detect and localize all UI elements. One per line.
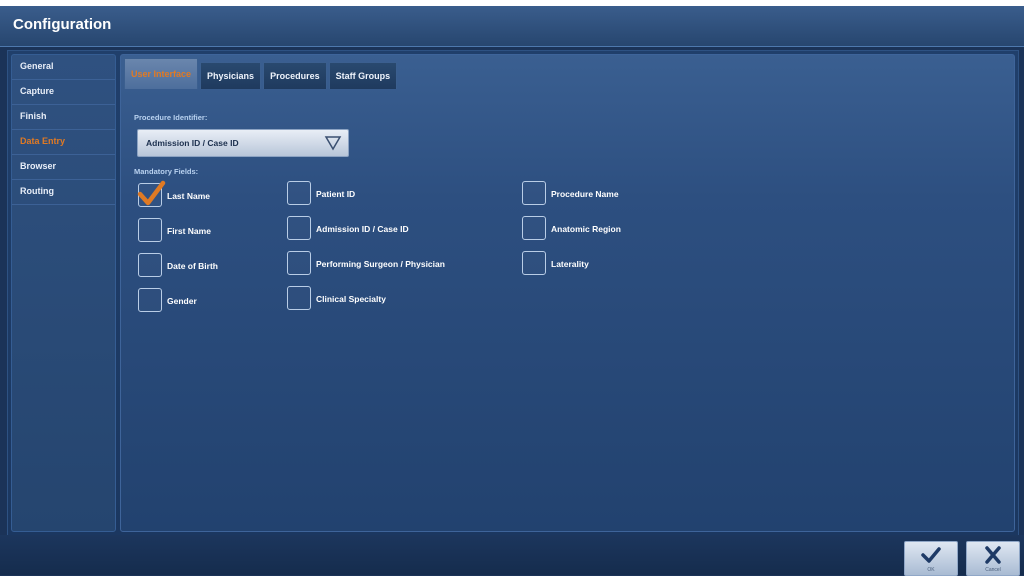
triangle-down-icon <box>324 136 342 151</box>
checkbox-first-name[interactable] <box>138 218 162 242</box>
procedure-identifier-dropdown[interactable]: Admission ID / Case ID <box>137 129 349 157</box>
label-date-of-birth: Date of Birth <box>167 261 218 271</box>
cancel-button-label: Cancel <box>985 567 1001 573</box>
sidebar-item-browser[interactable]: Browser <box>12 155 115 180</box>
procedure-identifier-label: Procedure Identifier: <box>134 113 208 122</box>
label-patient-id: Patient ID <box>316 189 356 199</box>
mandatory-fields-label: Mandatory Fields: <box>134 167 199 176</box>
label-clinical-specialty: Clinical Specialty <box>316 294 386 304</box>
sidebar-item-finish[interactable]: Finish <box>12 105 115 130</box>
checkbox-procedure-name[interactable] <box>522 181 546 205</box>
main-panel: User Interface Physicians Procedures Sta… <box>120 54 1015 532</box>
ok-button-label: OK <box>927 567 935 573</box>
label-last-name: Last Name <box>167 191 210 201</box>
label-performing-surgeon-physician: Performing Surgeon / Physician <box>316 259 445 269</box>
checkbox-performing-surgeon-physician[interactable] <box>287 251 311 275</box>
window-title: Configuration <box>13 16 112 33</box>
tab-staff-groups[interactable]: Staff Groups <box>328 62 398 89</box>
label-procedure-name: Procedure Name <box>551 189 619 199</box>
tab-user-interface[interactable]: User Interface <box>124 58 199 89</box>
bottom-bar <box>0 535 1024 575</box>
checkbox-clinical-specialty[interactable] <box>287 286 311 310</box>
label-gender: Gender <box>167 296 197 306</box>
sidebar: General Capture Finish Data Entry Browse… <box>11 54 116 532</box>
label-first-name: First Name <box>167 226 211 236</box>
label-admission-id-case-id: Admission ID / Case ID <box>316 224 409 234</box>
checkmark-icon <box>137 180 166 206</box>
cancel-button[interactable]: Cancel <box>966 541 1020 576</box>
checkbox-anatomic-region[interactable] <box>522 216 546 240</box>
sidebar-item-routing[interactable]: Routing <box>12 180 115 205</box>
ok-button[interactable]: OK <box>904 541 958 576</box>
tab-physicians[interactable]: Physicians <box>200 62 262 89</box>
checkbox-date-of-birth[interactable] <box>138 253 162 277</box>
close-icon <box>985 546 1001 564</box>
checkbox-last-name[interactable] <box>137 180 166 207</box>
label-anatomic-region: Anatomic Region <box>551 224 621 234</box>
checkbox-admission-id-case-id[interactable] <box>287 216 311 240</box>
sidebar-item-data-entry[interactable]: Data Entry <box>12 130 115 155</box>
checkbox-patient-id[interactable] <box>287 181 311 205</box>
label-laterality: Laterality <box>551 259 589 269</box>
tab-bar: User Interface Physicians Procedures Sta… <box>124 58 399 89</box>
tab-procedures[interactable]: Procedures <box>263 62 327 89</box>
title-bar: Configuration <box>0 6 1024 47</box>
sidebar-item-capture[interactable]: Capture <box>12 80 115 105</box>
checkbox-laterality[interactable] <box>522 251 546 275</box>
procedure-identifier-value: Admission ID / Case ID <box>146 138 239 148</box>
checkmark-icon <box>921 547 941 563</box>
sidebar-item-general[interactable]: General <box>12 55 115 80</box>
checkbox-gender[interactable] <box>138 288 162 312</box>
content-area: General Capture Finish Data Entry Browse… <box>7 50 1019 536</box>
